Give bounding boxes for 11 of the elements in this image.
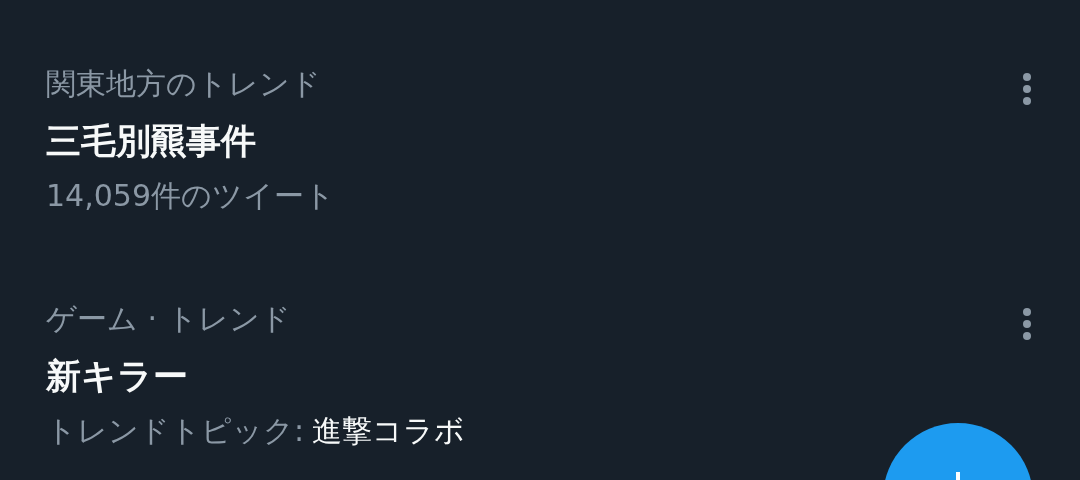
more-options-icon[interactable] xyxy=(1022,307,1032,341)
plus-icon xyxy=(956,472,960,480)
compose-button[interactable] xyxy=(883,423,1033,480)
topic-label: トレンドトピック: xyxy=(46,412,305,450)
tweet-count: 14,059件のツイート xyxy=(46,177,335,215)
trend-category: 関東地方のトレンド xyxy=(46,65,321,103)
trend-category: ゲーム · トレンド xyxy=(46,300,291,338)
trend-title[interactable]: 三毛別羆事件 xyxy=(46,116,256,166)
more-options-icon[interactable] xyxy=(1022,72,1032,106)
topic-name: 進撃コラボ xyxy=(312,412,466,450)
trend-title[interactable]: 新キラー xyxy=(46,351,188,401)
